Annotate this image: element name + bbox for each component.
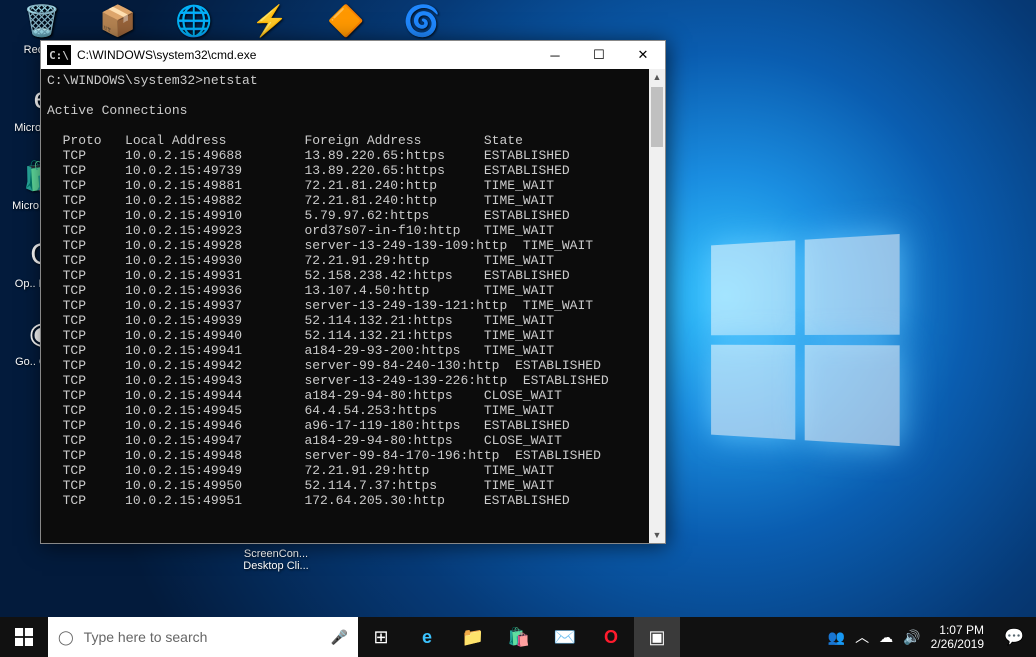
system-tray: 👥 ︿ ☁ 🔊 1:07 PM 2/26/2019 — [820, 617, 992, 657]
screenconnect-shortcut-label[interactable]: ScreenCon... Desktop Cli... — [236, 548, 316, 572]
cmd-icon: C:\ — [47, 45, 71, 65]
taskbar-store[interactable]: 🛍️ — [496, 617, 542, 657]
start-button[interactable] — [0, 617, 48, 657]
taskbar-opera[interactable]: O — [588, 617, 634, 657]
cortana-circle-icon: ◯ — [58, 629, 74, 646]
mic-icon[interactable]: 🎤 — [331, 629, 348, 646]
globe-icon: 🌐 — [173, 0, 215, 42]
taskbar-cmd[interactable]: ▣ — [634, 617, 680, 657]
action-center-button[interactable]: 💬 — [992, 617, 1036, 657]
scroll-up-arrow[interactable]: ▲ — [649, 69, 665, 85]
task-view-button[interactable]: ⊞ — [358, 617, 404, 657]
vlc-icon: 🔶 — [325, 0, 367, 42]
scroll-thumb[interactable] — [651, 87, 663, 147]
cmd-terminal[interactable]: C:\WINDOWS\system32>netstat Active Conne… — [41, 69, 665, 543]
winamp-icon: ⚡ — [249, 0, 291, 42]
clock-date: 2/26/2019 — [931, 637, 984, 651]
cmd-scrollbar[interactable]: ▲ ▼ — [649, 69, 665, 543]
onedrive-icon[interactable]: ☁ — [879, 629, 893, 646]
tray-chevron-up-icon[interactable]: ︿ — [855, 627, 869, 647]
cmd-window[interactable]: C:\ C:\WINDOWS\system32\cmd.exe ─ ☐ ✕ C:… — [40, 40, 666, 544]
close-button[interactable]: ✕ — [621, 41, 665, 69]
minimize-button[interactable]: ─ — [533, 41, 577, 69]
windows-icon — [15, 628, 33, 646]
taskbar-mail[interactable]: ✉️ — [542, 617, 588, 657]
taskbar-clock[interactable]: 1:07 PM 2/26/2019 — [931, 623, 984, 651]
cmd-title: C:\WINDOWS\system32\cmd.exe — [77, 48, 533, 62]
taskbar-file-explorer[interactable]: 📁 — [450, 617, 496, 657]
clock-time: 1:07 PM — [931, 623, 984, 637]
cmd-titlebar[interactable]: C:\ C:\WINDOWS\system32\cmd.exe ─ ☐ ✕ — [41, 41, 665, 69]
taskbar-edge[interactable]: e — [404, 617, 450, 657]
search-placeholder: Type here to search — [84, 629, 208, 645]
chrome-canary-icon: 🌀 — [401, 0, 443, 42]
people-icon[interactable]: 👥 — [828, 629, 845, 646]
volume-icon[interactable]: 🔊 — [903, 629, 920, 646]
jar-icon: 📦 — [97, 0, 139, 42]
taskbar: ◯ Type here to search 🎤 ⊞ e 📁 🛍️ ✉️ O ▣ … — [0, 617, 1036, 657]
taskbar-search[interactable]: ◯ Type here to search 🎤 — [48, 617, 358, 657]
maximize-button[interactable]: ☐ — [577, 41, 621, 69]
scroll-down-arrow[interactable]: ▼ — [649, 527, 665, 543]
windows-logo-wallpaper — [711, 234, 900, 446]
recycle-bin-icon: 🗑️ — [21, 0, 63, 42]
